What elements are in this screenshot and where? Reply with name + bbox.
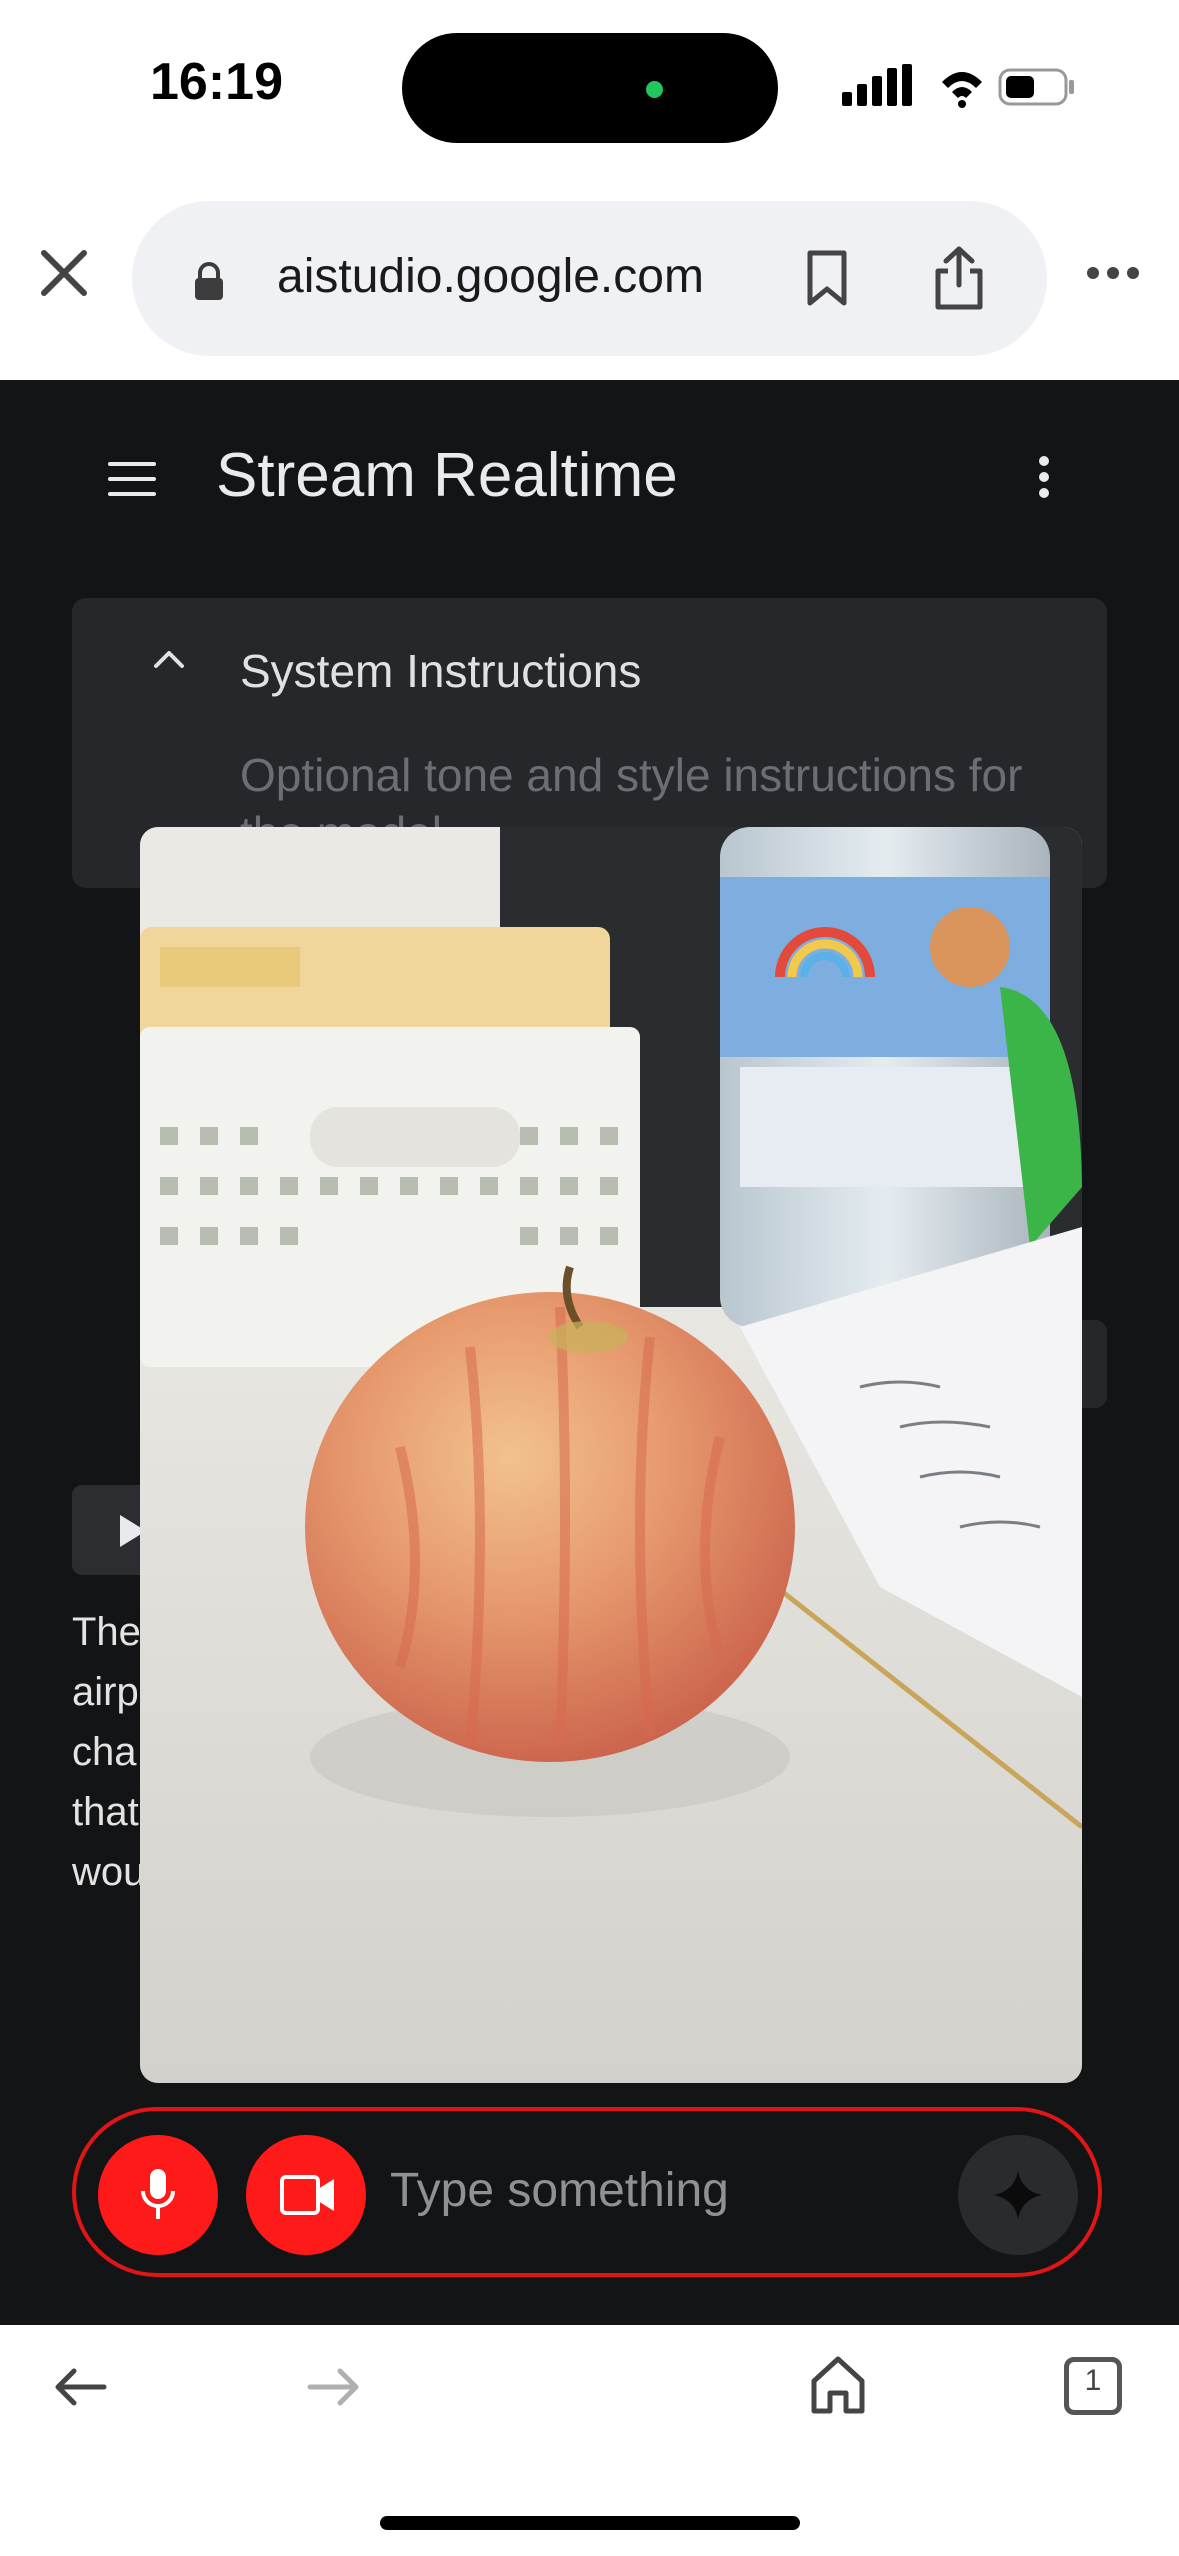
message-input[interactable]: Type something — [390, 2163, 729, 2218]
url-text: aistudio.google.com — [277, 250, 704, 303]
chevron-up-icon[interactable] — [152, 648, 186, 670]
wifi-icon — [942, 72, 982, 108]
chat-input-bar: Type something — [72, 2107, 1102, 2277]
more-horizontal-icon[interactable] — [1085, 265, 1141, 281]
video-camera-button[interactable] — [246, 2135, 366, 2255]
status-icons — [842, 64, 1074, 108]
battery-icon — [998, 68, 1074, 106]
status-time: 16:19 — [150, 53, 283, 111]
status-bar: 16:19 — [0, 0, 1179, 170]
camera-indicator-dot — [646, 81, 663, 98]
bookmark-icon[interactable] — [804, 249, 850, 309]
address-bar[interactable]: aistudio.google.com — [132, 201, 1047, 356]
cellular-signal-icon — [842, 64, 912, 106]
close-icon[interactable] — [34, 243, 94, 303]
dynamic-island — [402, 33, 778, 143]
run-button[interactable] — [958, 2135, 1078, 2255]
tab-count: 1 — [1084, 2364, 1102, 2397]
page-title: Stream Realtime — [216, 441, 678, 510]
browser-toolbar: 1 — [0, 2325, 1179, 2556]
home-icon[interactable] — [808, 2355, 868, 2415]
microphone-icon — [141, 2169, 175, 2219]
sparkle-icon — [994, 2171, 1042, 2219]
microphone-button[interactable] — [98, 2135, 218, 2255]
tabs-button[interactable]: 1 — [1064, 2357, 1122, 2415]
arrow-right-icon[interactable] — [306, 2365, 362, 2409]
lock-icon — [195, 262, 223, 300]
video-camera-icon — [280, 2175, 334, 2215]
share-icon[interactable] — [932, 245, 986, 311]
arrow-left-icon[interactable] — [52, 2365, 108, 2409]
camera-preview — [140, 827, 1082, 2083]
app-container: Stream Realtime System Instructions Opti… — [0, 380, 1179, 2325]
camera-preview-image — [140, 827, 1082, 2083]
system-instructions-title[interactable]: System Instructions — [240, 644, 641, 698]
hamburger-icon[interactable] — [108, 460, 156, 498]
home-indicator — [380, 2516, 800, 2530]
more-vertical-icon[interactable] — [1037, 455, 1051, 499]
